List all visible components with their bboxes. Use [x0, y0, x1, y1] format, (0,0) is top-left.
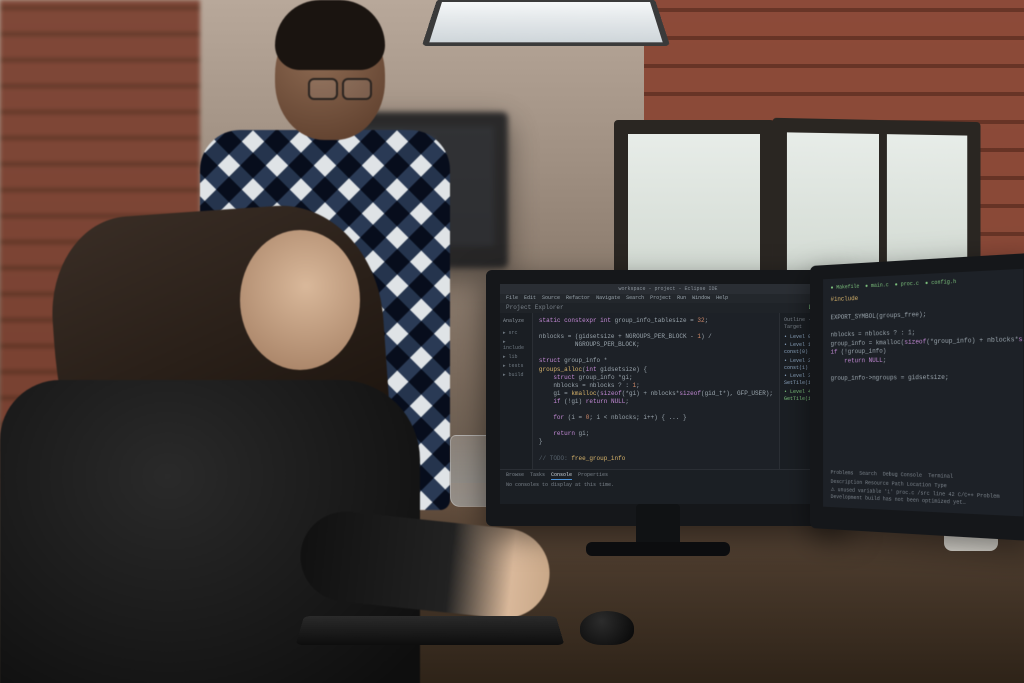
ide-titlebar: workspace - project - Eclipse IDE — [500, 284, 836, 294]
bottom-tab: Browse — [506, 472, 524, 480]
menu-refactor: Refactor — [566, 295, 590, 302]
person-seated — [0, 200, 440, 683]
sidebar-item: ▸ lib — [503, 353, 529, 362]
menu-file: File — [506, 295, 518, 302]
ide2-bottom-tab: Terminal — [928, 473, 953, 482]
sidebar-item: ▸ build — [503, 371, 529, 380]
sidebar-item: ▸ src — [503, 329, 529, 338]
ide2-bottom-tab: Search — [859, 471, 877, 479]
ide2-code: #include EXPORT_SYMBOL(groups_free); nbl… — [831, 288, 1015, 384]
ide-menubar: File Edit Source Refactor Navigate Search Proj… — [500, 294, 836, 303]
bottom-tab: Properties — [578, 472, 608, 480]
bottom-tab: Console — [551, 472, 572, 480]
ide-bottom-panel: Browse Tasks Console Properties No consoles… — [500, 469, 836, 504]
sidebar-item: ▸ include — [503, 338, 529, 354]
mouse — [580, 611, 634, 645]
ide2-tab: ● proc.c — [895, 281, 919, 290]
ide2-tab: ● Makefile — [831, 284, 860, 293]
ide-secondary: ● Makefile ● main.c ● proc.c ● config.h #in… — [823, 269, 1023, 517]
ide-toolbar: Project Explorer Launch — [500, 303, 836, 313]
keyboard — [296, 616, 565, 645]
menu-run: Run — [677, 295, 686, 302]
monitor-stand — [636, 504, 680, 548]
office-photo-scene: workspace - project - Eclipse IDE File Ed… — [0, 0, 1024, 683]
menu-window: Window — [692, 295, 710, 302]
console-message: No consoles to display at this time. — [506, 482, 830, 489]
ceiling-light — [422, 0, 671, 46]
menu-search: Search — [626, 295, 644, 302]
project-explorer-label: Project Explorer — [506, 304, 564, 312]
ide2-tab: ● main.c — [865, 282, 889, 291]
menu-edit: Edit — [524, 295, 536, 302]
menu-project: Project — [650, 295, 671, 302]
right-monitor: ● Makefile ● main.c ● proc.c ● config.h #in… — [810, 253, 1024, 542]
ide-window: workspace - project - Eclipse IDE File Ed… — [500, 284, 836, 504]
glasses-icon — [308, 78, 372, 98]
menu-help: Help — [716, 295, 728, 302]
ide2-tab: ● config.h — [925, 279, 956, 288]
ide2-bottom-tab: Debug Console — [883, 471, 922, 480]
ide2-bottom-panel: ProblemsSearchDebug ConsoleTerminal Desc… — [831, 470, 1015, 510]
bottom-tab: Tasks — [530, 472, 545, 480]
center-monitor: workspace - project - Eclipse IDE File Ed… — [486, 270, 850, 526]
sidebar-item: ▸ tests — [503, 362, 529, 371]
ide2-bottom-tab: Problems — [831, 470, 854, 478]
ide-code-editor: static constexpr int group_info_tablesiz… — [533, 313, 779, 469]
menu-source: Source — [542, 295, 560, 302]
sidebar-header: Analyze — [503, 317, 529, 326]
ide-sidebar: Analyze ▸ src▸ include▸ lib▸ tests▸ buil… — [500, 313, 533, 469]
menu-navigate: Navigate — [596, 295, 620, 302]
